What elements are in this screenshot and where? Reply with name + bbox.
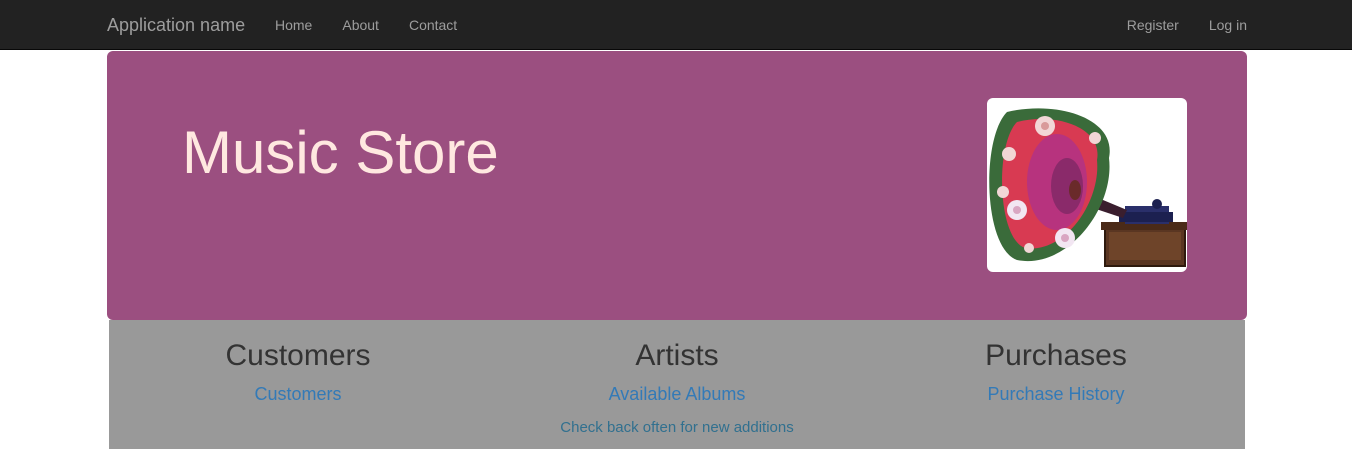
nav-right-menu: Register Log in	[1112, 0, 1247, 50]
nav-register-link[interactable]: Register	[1112, 0, 1194, 50]
hero-jumbotron: Music Store	[107, 51, 1247, 320]
new-additions-note: Check back often for new additions	[560, 419, 794, 436]
artists-heading: Artists	[635, 339, 719, 372]
customers-link[interactable]: Customers	[109, 383, 487, 405]
top-navbar: Application name Home About Contact Regi…	[0, 0, 1352, 50]
available-albums-link[interactable]: Available Albums	[488, 383, 866, 405]
nav-left-menu: Home About Contact	[260, 0, 472, 50]
nav-contact-link[interactable]: Contact	[394, 0, 472, 50]
nav-about-link[interactable]: About	[327, 0, 394, 50]
nav-home-link[interactable]: Home	[260, 0, 327, 50]
customers-heading: Customers	[225, 339, 371, 372]
sections-panel: Customers Customers Artists Available Al…	[109, 320, 1245, 449]
brand-link[interactable]: Application name	[107, 0, 245, 50]
gramophone-icon	[987, 98, 1187, 272]
page-title: Music Store	[182, 119, 499, 186]
purchase-history-link[interactable]: Purchase History	[867, 383, 1245, 405]
purchases-heading: Purchases	[985, 339, 1127, 372]
navbar-container: Application name Home About Contact Regi…	[107, 0, 1247, 50]
nav-login-link[interactable]: Log in	[1194, 0, 1247, 50]
